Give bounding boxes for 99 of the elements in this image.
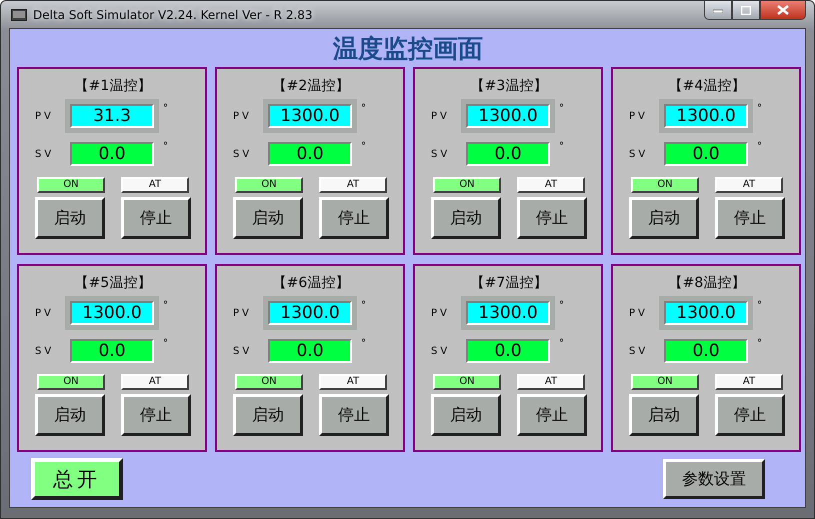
sv-value: 0.0 [268, 142, 352, 166]
sv-value: 0.0 [268, 339, 352, 363]
degree-unit: ° [163, 103, 168, 114]
sv-value: 0.0 [664, 142, 748, 166]
start-button[interactable]: 启动 [35, 197, 105, 239]
status-indicator: AT [319, 374, 387, 390]
sv-label: SV [34, 148, 56, 160]
degree-unit: ° [361, 338, 366, 349]
sv-value: 0.0 [70, 339, 154, 363]
main-switch-button[interactable]: 总开 [31, 458, 123, 500]
sv-label: SV [430, 346, 452, 356]
degree-unit: ° [163, 300, 168, 311]
status-indicator: AT [715, 374, 783, 390]
minimize-icon [713, 7, 723, 13]
stop-button[interactable]: 停止 [121, 394, 191, 436]
status-indicator: AT [121, 177, 189, 193]
maximize-icon [741, 6, 751, 14]
pv-value: 1300.0 [466, 104, 550, 128]
status-indicator: ON [433, 177, 501, 193]
degree-unit: ° [559, 103, 564, 114]
pv-label: PV [430, 110, 451, 122]
status-indicator: ON [433, 374, 501, 390]
status-indicator: AT [715, 177, 783, 193]
maximize-button[interactable] [732, 1, 760, 20]
degree-unit: ° [559, 300, 564, 311]
degree-unit: ° [163, 338, 168, 349]
start-button[interactable]: 启动 [431, 394, 501, 436]
screen-title: 温度监控画面 [332, 33, 484, 65]
panel-title: 【#3温控】 [470, 77, 548, 96]
pv-label: PV [232, 110, 253, 122]
status-indicator: AT [319, 177, 387, 193]
start-button[interactable]: 启动 [233, 197, 303, 239]
stop-button[interactable]: 停止 [715, 197, 785, 239]
pv-label: PV [34, 308, 55, 318]
stop-button[interactable]: 停止 [319, 394, 389, 436]
pv-label: PV [34, 110, 55, 122]
pv-label: PV [430, 308, 451, 318]
status-indicator: ON [235, 374, 303, 390]
status-indicator: ON [235, 177, 303, 193]
degree-unit: ° [559, 338, 564, 349]
panel-title: 【#6温控】 [272, 274, 350, 293]
status-indicator: ON [37, 177, 105, 193]
stop-button[interactable]: 停止 [517, 197, 587, 239]
stop-button[interactable]: 停止 [517, 394, 587, 436]
pv-value: 1300.0 [268, 104, 352, 128]
panel-title: 【#7温控】 [470, 274, 548, 293]
sv-label: SV [232, 346, 254, 356]
sv-label: SV [628, 346, 650, 356]
sv-label: SV [34, 346, 56, 356]
panel-title: 【#1温控】 [74, 77, 152, 96]
degree-unit: ° [757, 338, 762, 349]
degree-unit: ° [757, 103, 762, 114]
pv-value: 1300.0 [70, 301, 154, 325]
sv-value: 0.0 [466, 142, 550, 166]
pv-label: PV [628, 308, 649, 318]
pv-label: PV [628, 110, 649, 122]
stop-button[interactable]: 停止 [121, 197, 191, 239]
start-button[interactable]: 启动 [35, 394, 105, 436]
minimize-button[interactable] [704, 1, 732, 20]
window-app-icon [11, 8, 27, 20]
pv-value: 1300.0 [664, 301, 748, 325]
status-indicator: AT [121, 374, 189, 390]
close-icon [777, 5, 789, 15]
panel-title: 【#8温控】 [668, 274, 746, 293]
degree-unit: ° [757, 300, 762, 311]
sv-label: SV [628, 148, 650, 160]
stop-button[interactable]: 停止 [715, 394, 785, 436]
pv-value: 31.3 [70, 104, 154, 128]
sv-value: 0.0 [664, 339, 748, 363]
status-indicator: AT [517, 374, 585, 390]
sv-value: 0.0 [70, 142, 154, 166]
close-button[interactable] [760, 1, 806, 20]
start-button[interactable]: 启动 [629, 394, 699, 436]
status-indicator: AT [517, 177, 585, 193]
stop-button[interactable]: 停止 [319, 197, 389, 239]
start-button[interactable]: 启动 [431, 197, 501, 239]
sv-label: SV [232, 148, 254, 160]
panel-title: 【#5温控】 [74, 274, 152, 293]
status-indicator: ON [631, 374, 699, 390]
pv-value: 1300.0 [268, 301, 352, 325]
degree-unit: ° [361, 300, 366, 311]
sv-value: 0.0 [466, 339, 550, 363]
status-indicator: ON [37, 374, 105, 390]
degree-unit: ° [163, 141, 168, 152]
settings-button[interactable]: 参数设置 [663, 459, 765, 499]
pv-value: 1300.0 [466, 301, 550, 325]
window-title: Delta Soft Simulator V2.24. Kernel Ver - R 2.83 [33, 8, 313, 22]
degree-unit: ° [559, 141, 564, 152]
sv-label: SV [430, 148, 452, 160]
degree-unit: ° [757, 141, 762, 152]
pv-label: PV [232, 308, 253, 318]
panel-title: 【#4温控】 [668, 77, 746, 96]
status-indicator: ON [631, 177, 699, 193]
pv-value: 1300.0 [664, 104, 748, 128]
degree-unit: ° [361, 141, 366, 152]
start-button[interactable]: 启动 [233, 394, 303, 436]
start-button[interactable]: 启动 [629, 197, 699, 239]
panel-title: 【#2温控】 [272, 77, 350, 96]
degree-unit: ° [361, 103, 366, 114]
